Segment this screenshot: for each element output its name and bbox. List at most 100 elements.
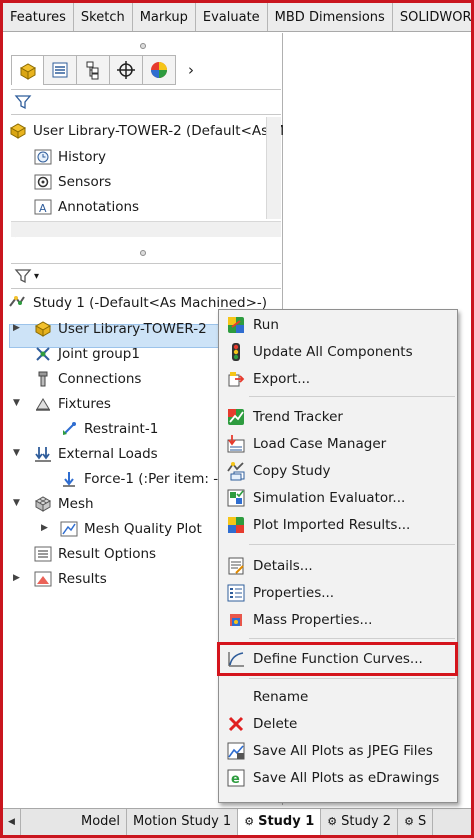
menu-item-mass-properties-label: Mass Properties... — [253, 612, 373, 628]
delete-icon — [224, 713, 248, 735]
grip-dot-icon — [140, 250, 146, 256]
tab-evaluate[interactable]: Evaluate — [195, 3, 268, 31]
tree-item-restraint-1-label: Restraint-1 — [84, 421, 159, 437]
grip-dot-icon — [140, 43, 146, 49]
tree-item-force-1[interactable]: Force-1 (:Per item: -1, — [59, 467, 231, 491]
tree-item-annotations[interactable]: A Annotations — [33, 195, 139, 219]
tab-study-1[interactable]: ⚙ Study 1 — [238, 809, 322, 835]
menu-item-simulation-evaluator[interactable]: Simulation Evaluator... — [221, 485, 457, 511]
feature-tree-root[interactable]: User Library-TOWER-2 (Default<As Ma — [8, 119, 292, 143]
panel-tabs-more-button[interactable]: › — [176, 55, 206, 85]
menu-item-save-all-plots-edrawings[interactable]: e Save All Plots as eDrawings — [221, 765, 457, 791]
tree-item-restraint-1[interactable]: Restraint-1 — [59, 417, 158, 441]
load-case-manager-icon — [224, 433, 248, 455]
tree-item-fixtures[interactable]: ▼ Fixtures — [13, 392, 111, 416]
tab-dimxpert-manager[interactable] — [110, 55, 143, 85]
tree-item-sensors[interactable]: Sensors — [33, 170, 111, 194]
tree-item-mesh[interactable]: ▼ Mesh — [13, 492, 94, 516]
menu-item-run-label: Run — [253, 317, 279, 333]
menu-item-delete[interactable]: Delete — [221, 711, 457, 737]
menu-separator — [249, 638, 455, 639]
tab-study-2-label: Study 2 — [341, 814, 392, 829]
expand-arrow-icon[interactable]: ▶ — [41, 523, 48, 533]
tab-motion-study-1[interactable]: Motion Study 1 — [127, 809, 239, 835]
menu-separator — [249, 544, 455, 545]
collapse-arrow-icon[interactable]: ▼ — [13, 398, 20, 408]
external-loads-icon — [33, 444, 53, 464]
traffic-light-icon — [224, 341, 248, 363]
sensors-icon — [33, 172, 53, 192]
tab-sketch[interactable]: Sketch — [73, 3, 133, 31]
history-icon — [33, 147, 53, 167]
menu-item-properties[interactable]: Properties... — [221, 580, 457, 606]
study-tab-icon: ⚙ — [327, 815, 338, 828]
menu-separator — [249, 396, 455, 397]
panel-grip-top[interactable] — [3, 37, 283, 55]
collapse-arrow-icon[interactable]: ▼ — [13, 498, 20, 508]
save-jpeg-icon — [224, 740, 248, 762]
tree-item-joint-group[interactable]: Joint group1 — [33, 342, 140, 366]
panel-grip-middle[interactable] — [3, 244, 283, 262]
collapse-arrow-icon[interactable]: ▼ — [13, 448, 20, 458]
simulation-tree-filter[interactable]: ▾ — [11, 263, 281, 289]
svg-text:e: e — [231, 772, 240, 787]
tree-item-history[interactable]: History — [33, 145, 106, 169]
scroll-tabs-left-icon[interactable]: ◀ — [3, 809, 21, 835]
tab-features[interactable]: Features — [3, 3, 74, 31]
feature-tree-vertical-scrollbar[interactable] — [266, 117, 281, 219]
tab-display-manager[interactable] — [143, 55, 176, 85]
study-tab-icon: ⚙ — [244, 815, 255, 828]
feature-tree-filter[interactable] — [11, 89, 281, 115]
part-icon — [33, 319, 53, 339]
menu-item-save-all-plots-jpeg[interactable]: Save All Plots as JPEG Files — [221, 738, 457, 764]
menu-item-trend-tracker[interactable]: Trend Tracker — [221, 404, 457, 430]
tab-configuration-manager[interactable] — [77, 55, 110, 85]
expand-arrow-icon[interactable]: ▶ — [13, 573, 20, 583]
tab-property-manager[interactable] — [44, 55, 77, 85]
menu-item-save-all-plots-jpeg-label: Save All Plots as JPEG Files — [253, 743, 433, 759]
study-context-menu: Run Update All Components Export... Tren… — [218, 309, 458, 803]
tree-item-connections[interactable]: Connections — [33, 367, 141, 391]
tab-study-2[interactable]: ⚙ Study 2 — [321, 809, 399, 835]
tree-item-joint-group-label: Joint group1 — [58, 346, 140, 362]
fixtures-icon — [33, 394, 53, 414]
tab-study-3[interactable]: ⚙ S — [398, 809, 434, 835]
tree-item-results[interactable]: ▶ Results — [13, 567, 107, 591]
tree-item-fixtures-label: Fixtures — [58, 396, 111, 412]
tree-item-mesh-quality-plot[interactable]: ▶ Mesh Quality Plot — [41, 517, 202, 541]
tab-study-3-label: S — [417, 814, 427, 829]
tab-model[interactable]: Model — [21, 809, 128, 835]
tree-item-part[interactable]: ▶ User Library-TOWER-2 — [13, 317, 207, 341]
menu-item-copy-study[interactable]: Copy Study — [221, 458, 457, 484]
restraint-icon — [59, 419, 79, 439]
menu-item-mass-properties[interactable]: Mass Properties... — [221, 607, 457, 633]
blank-icon — [224, 686, 248, 708]
menu-item-update-all-components-label: Update All Components — [253, 344, 413, 360]
bottom-study-tabs: ◀ Model Motion Study 1 ⚙ Study 1 ⚙ Study… — [3, 808, 471, 835]
command-manager-tabs: Features Sketch Markup Evaluate MBD Dime… — [3, 3, 471, 32]
menu-item-define-function-curves[interactable]: Define Function Curves... — [221, 646, 457, 672]
expand-arrow-icon[interactable]: ▶ — [13, 323, 20, 333]
menu-item-load-case-manager[interactable]: Load Case Manager — [221, 431, 457, 457]
menu-item-plot-imported-results[interactable]: Plot Imported Results... — [221, 512, 457, 538]
feature-tree-horizontal-scrollbar[interactable] — [11, 221, 281, 237]
tab-mbd-dimensions[interactable]: MBD Dimensions — [267, 3, 393, 31]
mass-properties-icon — [224, 609, 248, 631]
menu-item-update-all-components[interactable]: Update All Components — [221, 339, 457, 365]
menu-item-copy-study-label: Copy Study — [253, 463, 331, 479]
tree-item-result-options[interactable]: Result Options — [33, 542, 156, 566]
menu-item-delete-label: Delete — [253, 716, 298, 732]
tree-item-external-loads[interactable]: ▼ External Loads — [13, 442, 158, 466]
menu-item-export[interactable]: Export... — [221, 366, 457, 392]
tree-item-connections-label: Connections — [58, 371, 142, 387]
menu-item-export-label: Export... — [253, 371, 311, 387]
tab-feature-manager[interactable] — [11, 55, 44, 85]
menu-item-details[interactable]: Details... — [221, 553, 457, 579]
tab-solidworks-addins[interactable]: SOLIDWOR — [392, 3, 471, 31]
tab-markup[interactable]: Markup — [132, 3, 196, 31]
menu-item-save-all-plots-edrawings-label: Save All Plots as eDrawings — [253, 770, 440, 786]
menu-item-rename[interactable]: Rename — [221, 684, 457, 710]
filter-dropdown-arrow[interactable]: ▾ — [34, 271, 39, 282]
menu-item-run[interactable]: Run — [221, 312, 457, 338]
edrawings-icon: e — [224, 767, 248, 789]
